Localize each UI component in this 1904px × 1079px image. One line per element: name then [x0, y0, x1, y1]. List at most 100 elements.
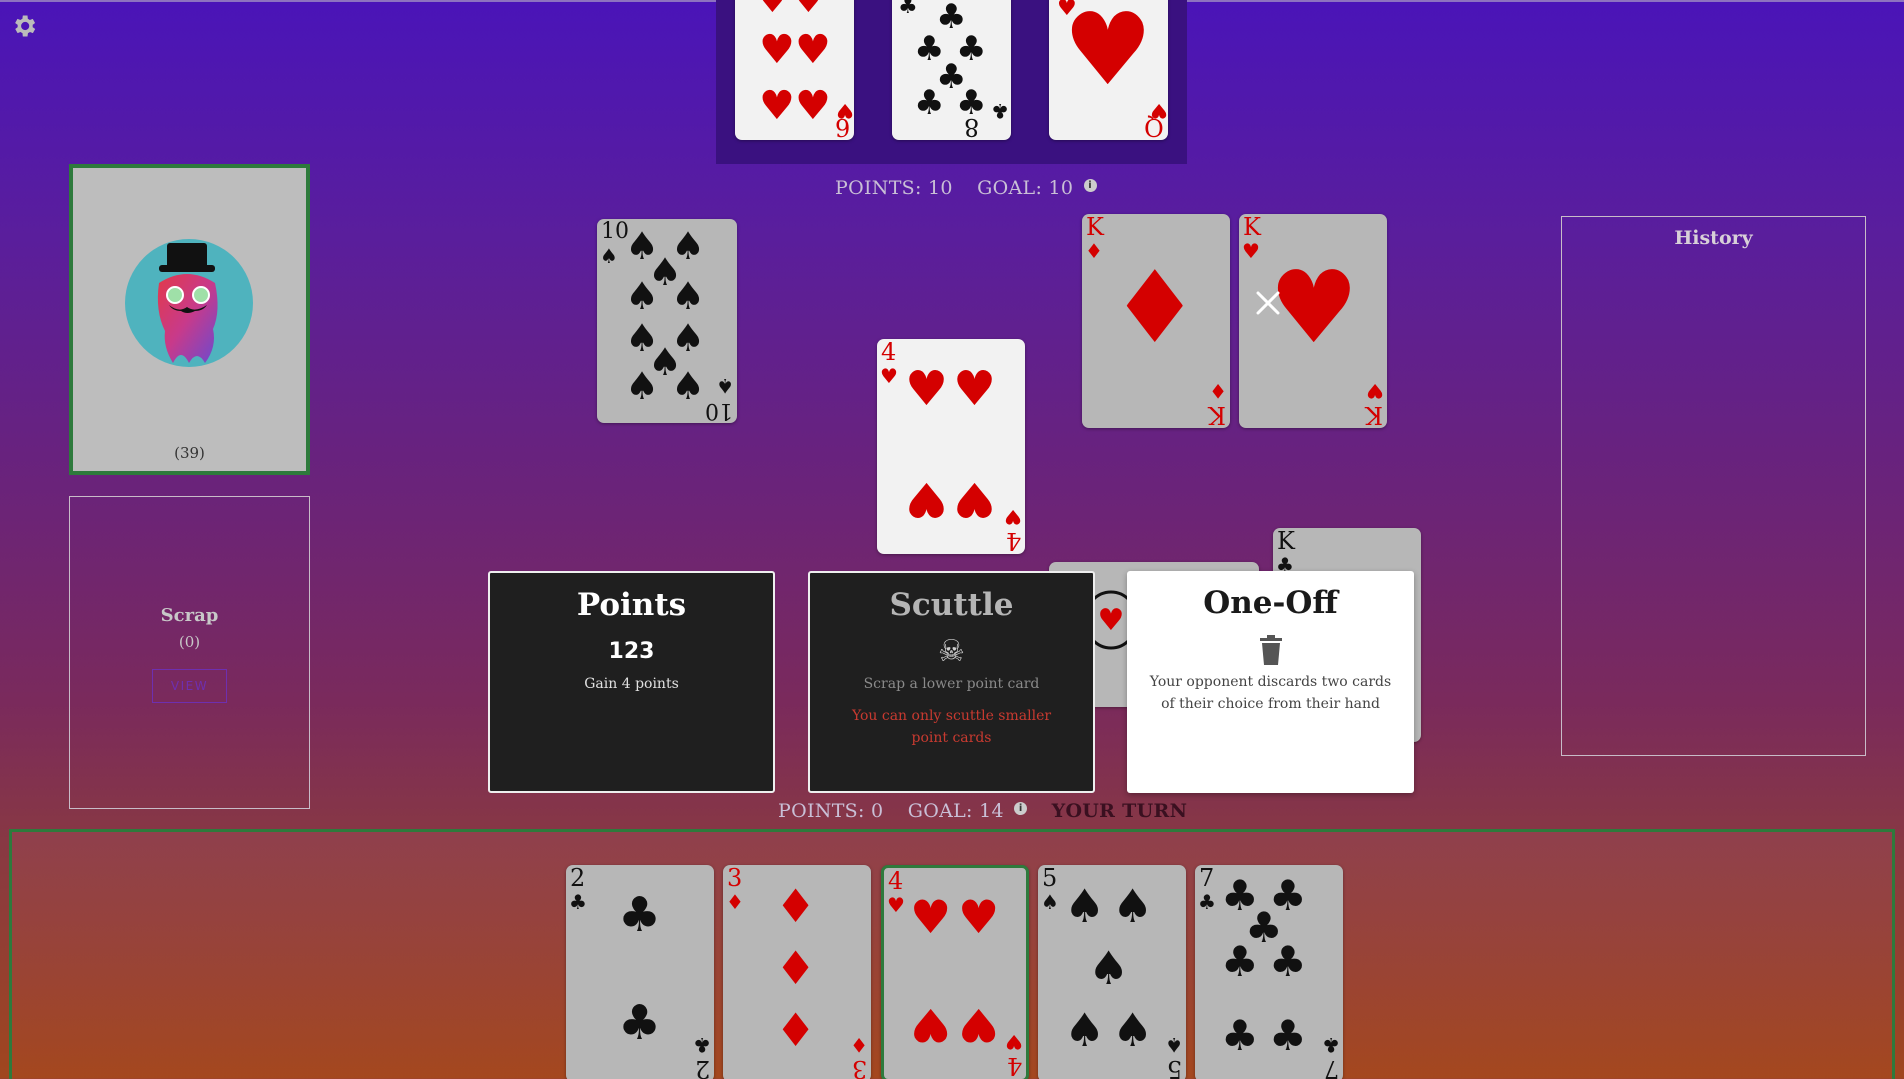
card-pip: ♣	[618, 887, 662, 943]
card-suit: ♣	[1322, 1033, 1340, 1057]
info-icon[interactable]: i	[1083, 179, 1097, 192]
numeric-icon: 123	[608, 639, 655, 664]
gear-icon[interactable]	[10, 12, 38, 40]
player-score-line: POINTS: 0 GOAL: 14 i YOUR TURN	[778, 800, 1187, 822]
opponent-hand-card: ♥ ♥ Q ♥	[1049, 0, 1168, 140]
card-suit: ♦	[726, 890, 744, 914]
card-suit: ♥	[1005, 1030, 1023, 1054]
opponent-point-card[interactable]: 10 ♠ ♠ ♠ ♠ ♠ ♠ ♠ ♠ ♠ ♠ ♠ 10 ♠	[597, 219, 737, 423]
hand-card[interactable]: 2 ♣ ♣ ♣ 2 ♣	[566, 865, 714, 1079]
opponent-goal: GOAL: 10	[977, 177, 1074, 199]
card-suit: ♦	[1085, 239, 1103, 263]
card-pip: ♣	[1221, 937, 1259, 986]
card-pip: ♥	[795, 83, 831, 129]
card-suit: ♣	[1198, 890, 1216, 914]
selected-card: 4 ♥ ♥ ♥ ♥ ♥ 4 ♥	[877, 339, 1025, 554]
card-pip: ♥	[905, 471, 949, 527]
opponent-face-card[interactable]: K ♦ ♦ K ♦	[1082, 214, 1230, 428]
player-hand: 2 ♣ ♣ ♣ 2 ♣ 3 ♦ ♦ ♦ ♦ 3 ♦ 4 ♥ ♥ ♥ ♥ ♥ 4 …	[9, 829, 1895, 1079]
card-pip: ♠	[1112, 879, 1154, 933]
card-suit: ♥	[1242, 239, 1260, 263]
card-pip: ♣	[618, 995, 662, 1051]
info-icon[interactable]: i	[1014, 802, 1028, 815]
card-pip: ♥	[958, 890, 1000, 944]
player-goal: GOAL: 14	[907, 800, 1004, 822]
card-suit: ♠	[716, 374, 734, 398]
card-suit: ♣	[991, 99, 1009, 123]
card-pip: ♠	[1064, 1003, 1106, 1057]
scrap-title: Scrap	[160, 605, 219, 626]
hand-card[interactable]: 5 ♠ ♠ ♠ ♠ ♠ ♠ 5 ♠	[1038, 865, 1186, 1079]
card-suit: ♣	[569, 890, 587, 914]
move-scuttle-button[interactable]: Scuttle ☠ Scrap a lower point card You c…	[808, 571, 1095, 793]
history-title: History	[1674, 227, 1753, 249]
deck[interactable]: (39)	[69, 164, 310, 475]
card-suit: ♠	[1165, 1033, 1183, 1057]
card-pip: ♠	[1064, 879, 1106, 933]
history-panel: History	[1561, 216, 1866, 756]
card-rank: 5	[1166, 1055, 1182, 1079]
move-points-button[interactable]: Points 123 Gain 4 points	[488, 571, 775, 793]
hand-card[interactable]: 7 ♣ ♣ ♣ ♣ ♣ ♣ ♣ ♣ 7 ♣	[1195, 865, 1343, 1079]
card-pip: ♠	[1088, 941, 1130, 995]
skull-crossbones-icon: ☠	[938, 634, 965, 669]
card-rank: K	[1277, 528, 1295, 555]
card-suit: ♦	[850, 1033, 868, 1057]
card-rank: 2	[570, 865, 586, 892]
opponent-hand-card: ♥ ♥ ♥ ♥ ♥ ♥ 6 ♥	[735, 0, 854, 140]
move-description: Gain 4 points	[584, 676, 679, 692]
card-suit: ♥	[1366, 379, 1384, 403]
card-rank: 4	[1006, 1052, 1022, 1079]
card-pip: ♥	[795, 27, 831, 73]
card-rank: K	[1365, 401, 1383, 428]
card-pip: ♣	[1269, 1011, 1307, 1060]
opponent-hand: ♥ ♥ ♥ ♥ ♥ ♥ 6 ♥ ♣ ♣ ♣ ♣ ♣ ♣ ♣ 8 ♣ ♥ ♥ Q …	[716, 0, 1187, 164]
card-pip: ♥	[953, 471, 997, 527]
move-title: Scuttle	[889, 587, 1014, 623]
card-rank: 4	[888, 867, 904, 895]
scrap-pile: Scrap (0) VIEW	[69, 496, 310, 809]
card-rank: 5	[1042, 865, 1058, 892]
move-title: Points	[576, 587, 687, 623]
deck-count: (39)	[174, 444, 205, 462]
card-pip: ♥	[759, 27, 795, 73]
card-pip: ♥	[795, 0, 822, 20]
card-pip: ♥	[910, 998, 952, 1052]
card-pip: ♥	[1063, 0, 1153, 108]
hand-card[interactable]: 3 ♦ ♦ ♦ ♦ 3 ♦	[723, 865, 871, 1079]
opponent-hand-card: ♣ ♣ ♣ ♣ ♣ ♣ ♣ 8 ♣	[892, 0, 1011, 140]
card-rank: K	[1086, 214, 1104, 241]
card-rank: K	[1243, 214, 1261, 241]
close-icon[interactable]	[1253, 288, 1283, 318]
card-pip: ♣	[898, 0, 918, 19]
opponent-points: POINTS: 10	[835, 177, 953, 199]
card-pip: ♥	[905, 361, 949, 417]
card-suit: ♥	[836, 99, 854, 123]
card-pip: ♦	[1110, 249, 1200, 366]
card-suit: ♥	[1150, 99, 1168, 123]
card-pip: ♠	[625, 364, 660, 408]
card-pip: ♦	[775, 941, 817, 995]
card-rank: 8	[963, 113, 979, 140]
hand-card-selected[interactable]: 4 ♥ ♥ ♥ ♥ ♥ 4 ♥	[881, 865, 1029, 1079]
deck-avatar	[125, 239, 253, 367]
card-pip: ♠	[625, 274, 660, 318]
card-pip: ♥	[953, 361, 997, 417]
scrap-view-button[interactable]: VIEW	[152, 669, 227, 703]
move-oneoff-button[interactable]: One-Off Your opponent discards two cards…	[1127, 571, 1414, 793]
card-rank: K	[1208, 401, 1226, 428]
card-pip: ♣	[1221, 1011, 1259, 1060]
player-points: POINTS: 0	[778, 800, 884, 822]
move-description: Your opponent discards two cards of thei…	[1149, 674, 1392, 712]
card-suit: ♠	[600, 244, 618, 268]
opponent-face-card[interactable]: K ♥ ♥ K ♥	[1239, 214, 1387, 428]
card-rank: 3	[851, 1055, 867, 1079]
card-suit: ♥	[887, 893, 905, 917]
card-pip: ♠	[1112, 1003, 1154, 1057]
card-pip: ♦	[775, 1003, 817, 1057]
card-suit: ♠	[1041, 890, 1059, 914]
card-pip: ♣	[1269, 937, 1307, 986]
card-pip: ♦	[775, 879, 817, 933]
card-rank: 4	[1005, 527, 1021, 554]
card-rank: 4	[881, 339, 897, 366]
